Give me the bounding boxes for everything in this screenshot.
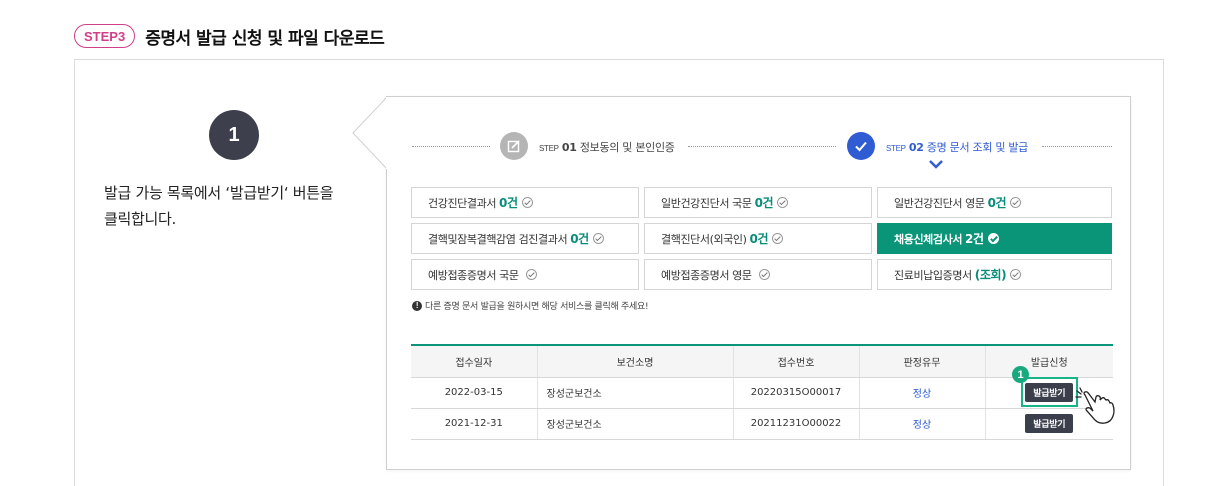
doc-type-item[interactable]: 예방접종증명서 국문 (411, 259, 639, 290)
check-circle-icon (592, 233, 604, 244)
edit-icon (500, 132, 528, 160)
doc-type-item[interactable]: 결핵진단서(외국인) 0건 (644, 223, 872, 254)
health-center-name: 장성군보건소 (536, 408, 733, 440)
check-circle-icon (1010, 269, 1022, 280)
highlight-box (1021, 377, 1078, 407)
highlight-number-badge: 1 (1012, 366, 1029, 383)
guide-description-line2: 클릭합니다. (104, 210, 176, 228)
judgment-result: 정상 (858, 377, 985, 409)
result-table: 접수일자 보건소명 접수번호 판정유무 발급신청 2022-03-15 장성군보… (411, 344, 1113, 440)
doc-type-item[interactable]: 일반건강진단서 국문 0건 (644, 187, 872, 218)
step-header: STEP3 증명서 발급 신청 및 파일 다운로드 (74, 24, 385, 49)
section-title: 증명서 발급 신청 및 파일 다운로드 (145, 28, 385, 49)
doc-type-item[interactable]: 건강진단결과서 0건 (411, 187, 639, 218)
receipt-number: 20220315O00017 (732, 377, 859, 409)
pointer-hand-icon (1075, 387, 1115, 424)
column-header: 발급신청 (984, 346, 1113, 378)
table-row: 2021-12-31 장성군보건소 20211231O00022 정상 발급받기 (411, 408, 1113, 440)
stepper-step2: STEP 02 증명 문서 조회 및 발급 (886, 141, 1028, 154)
receipt-date: 2021-12-31 (411, 408, 537, 440)
notice-text: ! 다른 증명 문서 발급을 원하시면 해당 서비스를 클릭해 주세요! (412, 299, 649, 312)
stepper-step1: STEP 01 정보동의 및 본인인증 (539, 141, 675, 154)
receipt-date: 2022-03-15 (411, 377, 537, 409)
chevron-down-icon (929, 160, 943, 169)
column-header: 접수번호 (732, 346, 859, 378)
check-circle-icon (777, 197, 789, 208)
check-circle-icon (772, 233, 784, 244)
step-badge: STEP3 (74, 24, 136, 48)
doc-type-item[interactable]: 예방접종증명서 영문 (644, 259, 872, 290)
check-circle-icon (525, 269, 537, 280)
stepper-line (412, 146, 490, 147)
receipt-number: 20211231O00022 (732, 408, 859, 440)
guide-description-line1: 발급 가능 목록에서 ‘발급받기‘ 버튼을 (104, 184, 334, 202)
doc-type-item[interactable]: 결핵및잠복결핵감염 검진결과서 0건 (411, 223, 639, 254)
health-center-name: 장성군보건소 (536, 377, 733, 409)
stepper-line (1042, 146, 1112, 147)
check-circle-icon (987, 233, 999, 244)
table-header-row: 접수일자 보건소명 접수번호 판정유무 발급신청 (411, 346, 1113, 378)
issue-button[interactable]: 발급받기 (1025, 414, 1074, 433)
column-header: 접수일자 (411, 346, 537, 378)
guide-step-number: 1 (209, 110, 259, 160)
doc-type-item-selected[interactable]: 채용신체검사서 2건 (877, 223, 1112, 254)
judgment-result: 정상 (858, 408, 985, 440)
doc-type-item[interactable]: 일반건강진단서 영문 0건 (877, 187, 1112, 218)
check-icon (847, 132, 875, 160)
check-circle-icon (521, 197, 533, 208)
table-row: 2022-03-15 장성군보건소 20220315O00017 정상 발급받기 (411, 377, 1113, 409)
callout-arrow (352, 96, 390, 170)
column-header: 보건소명 (536, 346, 733, 378)
info-icon: ! (412, 300, 422, 311)
column-header: 판정유무 (858, 346, 985, 378)
doc-type-item[interactable]: 진료비납입증명서 (조회) (877, 259, 1112, 290)
stepper-line (688, 146, 836, 147)
check-circle-icon (758, 269, 770, 280)
check-circle-icon (1010, 197, 1022, 208)
